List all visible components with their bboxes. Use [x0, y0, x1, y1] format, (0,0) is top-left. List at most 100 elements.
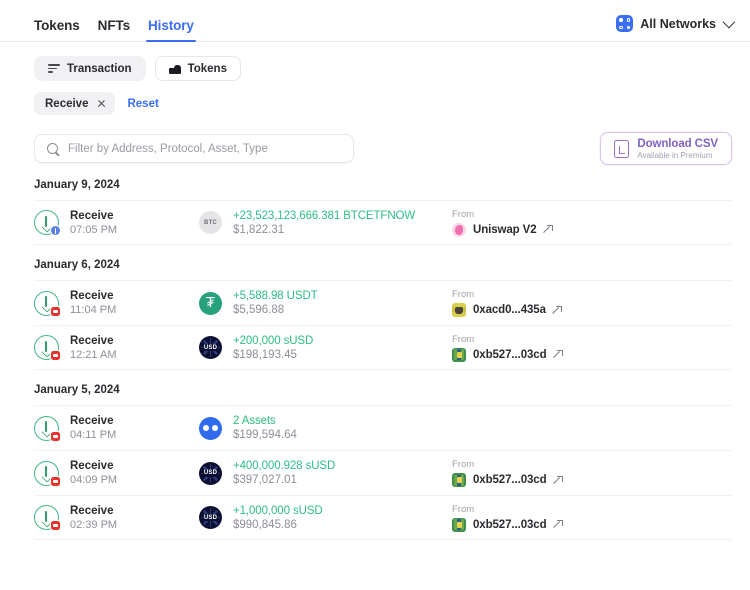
table-row[interactable]: Receive 04:11 PM 2 Assets $199,594.64	[34, 405, 732, 450]
susd-token-icon: USD	[199, 506, 222, 529]
optimism-badge-icon	[50, 520, 61, 531]
search-box[interactable]	[34, 134, 354, 163]
receive-arrow-icon	[34, 210, 61, 236]
receive-arrow-icon	[34, 415, 61, 442]
table-row[interactable]: Receive 02:39 PM USD +1,000,000 sUSD $99…	[34, 495, 732, 540]
address-avatar	[452, 473, 466, 487]
from-link[interactable]: 0xb527...03cd	[452, 347, 732, 362]
row-from-cell: From 0xb527...03cd	[444, 459, 732, 487]
row-type-cell: Receive 07:05 PM	[34, 210, 199, 236]
from-link[interactable]: 0xacd0...435a	[452, 303, 732, 317]
from-value: 0xb527...03cd	[473, 518, 547, 531]
row-from-cell: From 0xacd0...435a	[444, 289, 732, 317]
multi-asset-icon	[199, 416, 222, 440]
from-value: Uniswap V2	[473, 223, 537, 236]
table-row[interactable]: Receive 12:21 AM USD +200,000 sUSD $198,…	[34, 325, 732, 370]
day-group: January 9, 2024 Receive 07:05 PM BTC +23…	[34, 179, 732, 245]
receive-arrow-icon	[34, 335, 61, 361]
row-fiat-value: $1,822.31	[233, 223, 285, 236]
row-type-cell: Receive 02:39 PM	[34, 505, 199, 531]
row-amount: +400,000.928 sUSD	[233, 460, 336, 472]
top-navigation-bar: Tokens NFTs History All Networks	[0, 0, 750, 42]
bitcoin-badge-icon	[50, 225, 61, 236]
coins-icon	[168, 63, 181, 74]
btc-token-icon: BTC	[199, 211, 222, 234]
tab-history[interactable]: History	[146, 18, 196, 42]
chevron-down-icon	[722, 15, 736, 29]
from-link[interactable]: 0xb527...03cd	[452, 473, 732, 487]
row-asset-cell: USD +200,000 sUSD $198,193.45	[199, 335, 444, 361]
row-fiat-value: $198,193.45	[233, 348, 297, 361]
uniswap-logo-icon	[452, 222, 466, 237]
reset-filters-link[interactable]: Reset	[127, 98, 158, 110]
receive-arrow-icon	[34, 505, 61, 531]
row-from-cell: From Uniswap V2	[444, 209, 732, 237]
row-amount: +200,000 sUSD	[233, 334, 314, 347]
row-amount: 2 Assets	[233, 415, 276, 427]
row-amount: +23,523,123,666.381 BTCETFNOW	[233, 209, 416, 222]
from-value: 0xacd0...435a	[473, 304, 546, 316]
row-fiat-value: $990,845.86	[233, 518, 297, 531]
row-time: 12:21 AM	[70, 348, 117, 361]
active-chip-receive[interactable]: Receive	[34, 92, 116, 115]
row-fiat-value: $5,596.88	[233, 304, 285, 316]
network-selector[interactable]: All Networks	[616, 15, 736, 41]
tab-nfts[interactable]: NFTs	[98, 18, 130, 41]
table-row[interactable]: Receive 04:09 PM USD +400,000.928 sUSD $…	[34, 450, 732, 495]
day-group: January 6, 2024 Receive 11:04 PM +5,58	[34, 259, 732, 370]
day-group-date: January 5, 2024	[34, 384, 120, 396]
from-label: From	[452, 208, 475, 220]
external-link-icon[interactable]	[554, 475, 563, 485]
filter-pill-transaction-label: Transaction	[67, 62, 132, 75]
search-input[interactable]	[68, 142, 341, 155]
from-label: From	[452, 459, 475, 470]
row-type-cell: Receive 04:11 PM	[34, 415, 199, 442]
susd-token-icon: USD	[199, 461, 222, 485]
download-csv-button[interactable]: Download CSV Available in Premium	[600, 132, 732, 165]
row-amount: +1,000,000 sUSD	[233, 504, 323, 517]
tab-tokens[interactable]: Tokens	[34, 18, 80, 41]
receive-arrow-icon	[34, 290, 61, 317]
external-link-icon[interactable]	[544, 225, 553, 234]
filter-pill-row: Transaction Tokens	[0, 42, 750, 81]
search-icon	[47, 142, 59, 155]
usdt-token-icon	[199, 291, 222, 315]
from-label: From	[452, 289, 475, 300]
row-asset-cell: USD +1,000,000 sUSD $990,845.86	[199, 505, 444, 531]
day-group: January 5, 2024 Receive 04:11 PM 2 Asset…	[34, 384, 732, 540]
search-and-export-row: Download CSV Available in Premium	[0, 115, 750, 165]
from-value: 0xb527...03cd	[473, 348, 547, 361]
from-link[interactable]: Uniswap V2	[452, 222, 732, 237]
optimism-badge-icon	[50, 305, 61, 317]
active-chip-label: Receive	[45, 97, 89, 110]
row-time: 02:39 PM	[70, 518, 118, 531]
address-avatar	[452, 517, 466, 532]
external-link-icon[interactable]	[554, 350, 563, 359]
filter-pill-transaction[interactable]: Transaction	[34, 56, 146, 81]
row-time: 04:11 PM	[70, 429, 117, 441]
optimism-badge-icon	[50, 475, 61, 487]
filter-pill-tokens[interactable]: Tokens	[154, 56, 241, 81]
row-amount: +5,588.98 USDT	[233, 290, 318, 302]
row-type-cell: Receive 12:21 AM	[34, 335, 199, 361]
filter-lines-icon	[48, 64, 60, 73]
row-fiat-value: $199,594.64	[233, 429, 297, 441]
download-csv-subtitle: Available in Premium	[637, 150, 713, 160]
from-link[interactable]: 0xb527...03cd	[452, 517, 732, 532]
from-label: From	[452, 333, 475, 345]
receive-arrow-icon	[34, 460, 61, 487]
active-filter-chips: Receive Reset	[0, 81, 750, 115]
susd-token-icon: USD	[199, 336, 222, 359]
table-row[interactable]: Receive 11:04 PM +5,588.98 USDT $5,596.8…	[34, 280, 732, 325]
optimism-badge-icon	[50, 430, 61, 442]
row-time: 07:05 PM	[70, 223, 118, 236]
row-type-label: Receive	[70, 290, 114, 302]
external-link-icon[interactable]	[554, 520, 563, 529]
row-time: 11:04 PM	[70, 304, 117, 316]
external-link-icon[interactable]	[553, 305, 562, 315]
table-row[interactable]: Receive 07:05 PM BTC +23,523,123,666.381…	[34, 200, 732, 245]
row-time: 04:09 PM	[70, 474, 118, 486]
row-asset-cell: +5,588.98 USDT $5,596.88	[199, 290, 444, 316]
close-icon[interactable]	[97, 99, 106, 108]
optimism-badge-icon	[50, 350, 61, 361]
